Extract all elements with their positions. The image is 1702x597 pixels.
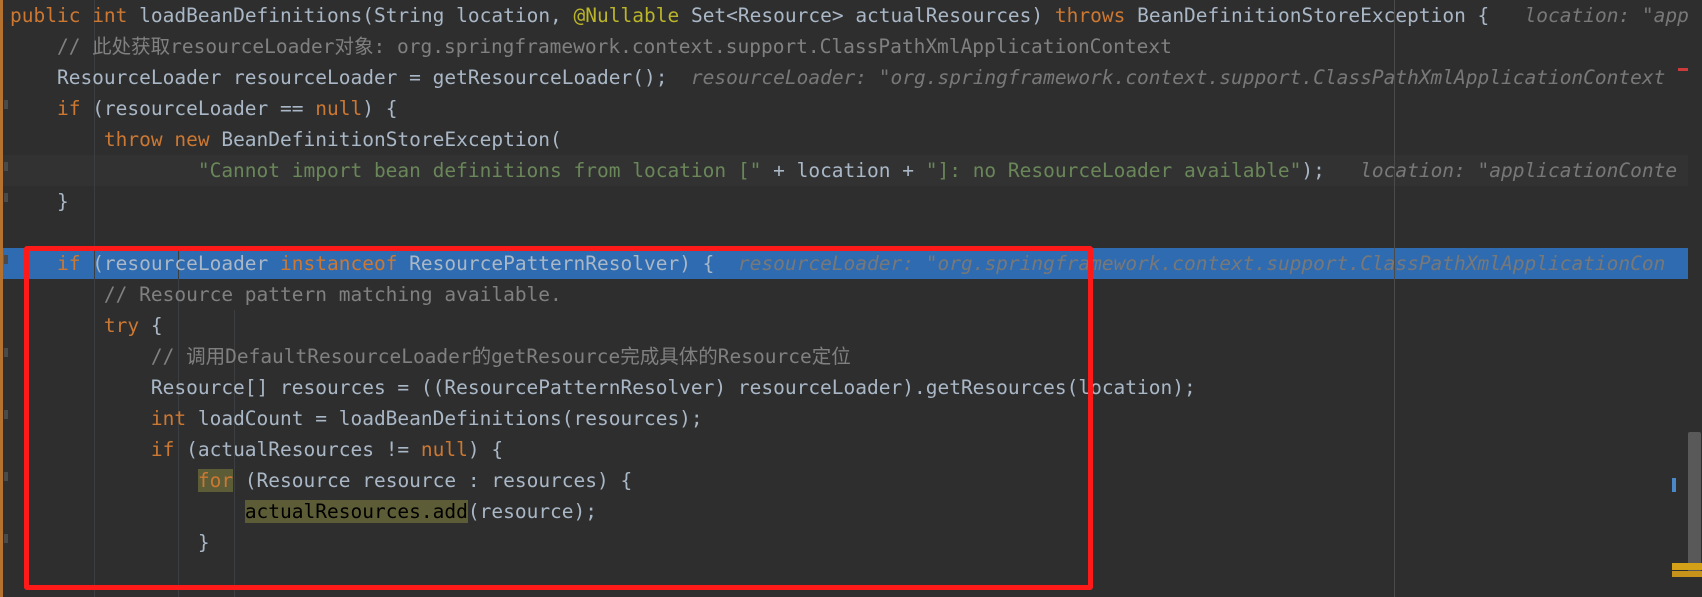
code-line[interactable]: [0, 217, 1702, 248]
gutter-tick-mark[interactable]: [4, 193, 8, 202]
gutter-tick-mark[interactable]: [4, 255, 8, 264]
code-line[interactable]: if (resourceLoader == null) {: [0, 93, 1702, 124]
code-token: if: [10, 438, 187, 461]
code-token: null: [315, 97, 363, 120]
code-token: resourceLoader: "org.springframework.con…: [667, 66, 1666, 89]
code-token: (Resource resource : resources) {: [233, 469, 633, 492]
code-line-text: "Cannot import bean definitions from loc…: [0, 155, 1677, 186]
code-token: // Resource pattern matching available.: [10, 283, 562, 306]
code-line[interactable]: }: [0, 186, 1702, 217]
code-token: ) {: [467, 438, 504, 461]
code-token: ResourcePatternResolver) {: [409, 252, 715, 275]
code-token: instanceof: [280, 252, 410, 275]
code-token: try: [10, 314, 151, 337]
code-line-text: Resource[] resources = ((ResourcePattern…: [0, 372, 1196, 403]
code-token: + location +: [773, 159, 926, 182]
code-line[interactable]: }: [0, 527, 1702, 558]
code-line[interactable]: for (Resource resource : resources) {: [0, 465, 1702, 496]
code-line[interactable]: // 此处获取resourceLoader对象: org.springframe…: [0, 31, 1702, 62]
code-token: (resourceLoader ==: [92, 97, 316, 120]
code-token: loadCount = loadBeanDefinitions(resource…: [197, 407, 703, 430]
code-token: if: [10, 97, 93, 120]
code-line-text: // Resource pattern matching available.: [0, 279, 562, 310]
scrollbar-warning-marker[interactable]: [1672, 563, 1702, 570]
gutter-tick-mark[interactable]: [4, 348, 8, 357]
code-line-text: if (resourceLoader == null) {: [0, 93, 398, 124]
code-token: int: [10, 407, 198, 430]
code-line[interactable]: try {: [0, 310, 1702, 341]
code-token: throw new: [10, 128, 222, 151]
code-token: // 调用DefaultResourceLoader的getResource完成…: [10, 345, 851, 368]
code-token: public: [10, 4, 93, 27]
code-token: int: [92, 4, 140, 27]
code-line[interactable]: Resource[] resources = ((ResourcePattern…: [0, 372, 1702, 403]
code-line-text: ResourceLoader resourceLoader = getResou…: [0, 62, 1665, 93]
code-line-text: // 调用DefaultResourceLoader的getResource完成…: [0, 341, 851, 372]
code-token: }: [10, 531, 210, 554]
code-token: if: [10, 252, 93, 275]
code-line[interactable]: "Cannot import bean definitions from loc…: [0, 155, 1702, 186]
code-line-text: public int loadBeanDefinitions(String lo…: [0, 0, 1689, 31]
code-editor-viewport[interactable]: public int loadBeanDefinitions(String lo…: [0, 0, 1702, 597]
gutter-tick-mark[interactable]: [4, 472, 8, 481]
gutter-tick-mark[interactable]: [4, 534, 8, 543]
scrollbar-selection-marker[interactable]: [1672, 478, 1676, 492]
code-token: ) {: [362, 97, 398, 120]
left-annotation-strip: [0, 0, 3, 597]
code-token: loadBeanDefinitions(String location,: [139, 4, 574, 27]
gutter-tick-mark[interactable]: [4, 162, 8, 171]
code-token: ResourceLoader resourceLoader = getResou…: [10, 66, 668, 89]
code-token: (resourceLoader: [92, 252, 281, 275]
code-token: (resource);: [467, 500, 598, 523]
code-line-text: actualResources.add(resource);: [0, 496, 597, 527]
code-line[interactable]: throw new BeanDefinitionStoreException(: [0, 124, 1702, 155]
code-token: BeanDefinitionStoreException {: [1137, 4, 1490, 27]
code-token: {: [150, 314, 163, 337]
code-line[interactable]: // 调用DefaultResourceLoader的getResource完成…: [0, 341, 1702, 372]
code-token: location: "app: [1489, 4, 1689, 27]
code-token: @Nullable: [573, 4, 691, 27]
code-line-text: for (Resource resource : resources) {: [0, 465, 632, 496]
code-token: (actualResources !=: [186, 438, 421, 461]
code-line-text: try {: [0, 310, 163, 341]
code-line[interactable]: // Resource pattern matching available.: [0, 279, 1702, 310]
gutter-tick-mark[interactable]: [4, 410, 8, 419]
code-token: "Cannot import bean definitions from loc…: [10, 159, 774, 182]
scrollbar-warning-marker-2[interactable]: [1672, 571, 1702, 577]
code-line-text: throw new BeanDefinitionStoreException(: [0, 124, 562, 155]
code-token: null: [420, 438, 468, 461]
vertical-scrollbar-thumb[interactable]: [1688, 432, 1701, 572]
code-line-text: if (actualResources != null) {: [0, 434, 503, 465]
code-token: resourceLoader: "org.springframework.con…: [714, 252, 1666, 275]
code-token: location: "applicationConte: [1324, 159, 1678, 182]
code-line-text: // 此处获取resourceLoader对象: org.springframe…: [0, 31, 1172, 62]
code-line[interactable]: actualResources.add(resource);: [0, 496, 1702, 527]
gutter-tick-mark[interactable]: [4, 100, 8, 109]
code-token: for: [197, 469, 234, 492]
code-token: );: [1301, 159, 1325, 182]
code-token: }: [10, 190, 69, 213]
code-token: Set<Resource> actualResources): [690, 4, 1055, 27]
code-token: Resource[] resources = ((ResourcePattern…: [10, 376, 1196, 399]
code-line-text: }: [0, 186, 69, 217]
code-line[interactable]: ResourceLoader resourceLoader = getResou…: [0, 62, 1702, 93]
code-line-text: if (resourceLoader instanceof ResourcePa…: [0, 248, 1665, 279]
code-line[interactable]: public int loadBeanDefinitions(String lo…: [0, 0, 1702, 31]
code-token: "]: no ResourceLoader available": [925, 159, 1302, 182]
code-line-text: int loadCount = loadBeanDefinitions(reso…: [0, 403, 703, 434]
code-token: actualResources.add: [244, 500, 468, 523]
code-token: BeanDefinitionStoreException(: [221, 128, 562, 151]
code-token: throws: [1054, 4, 1138, 27]
code-line[interactable]: int loadCount = loadBeanDefinitions(reso…: [0, 403, 1702, 434]
code-line[interactable]: if (actualResources != null) {: [0, 434, 1702, 465]
code-line-text: }: [0, 527, 210, 558]
code-token: // 此处获取resourceLoader对象: org.springframe…: [10, 35, 1172, 58]
code-line[interactable]: if (resourceLoader instanceof ResourcePa…: [0, 248, 1702, 279]
